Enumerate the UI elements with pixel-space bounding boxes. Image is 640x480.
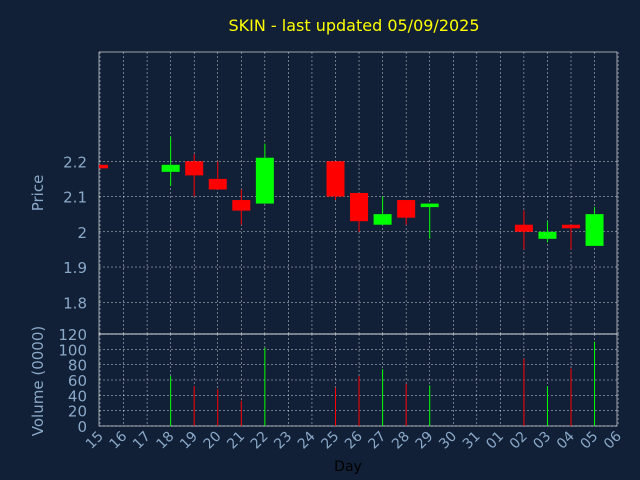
candle-body	[350, 193, 369, 222]
x-tick-label: 05	[577, 429, 601, 453]
x-tick-label: 02	[507, 429, 531, 453]
volume-tick-label: 40	[68, 387, 87, 405]
x-tick-label: 27	[366, 429, 390, 453]
x-tick-label: 24	[295, 428, 319, 452]
x-tick-label: 19	[177, 429, 201, 453]
volume-tick-label: 120	[58, 326, 87, 344]
candle-body	[99, 164, 108, 169]
candlestick-chart: SKIN - last updated 05/09/2025 1.8 1.9 2 2.…	[29, 16, 625, 475]
candles-layer	[99, 136, 604, 250]
price-tick-labels: 1.8 1.9 2 2.1 2.2	[63, 153, 87, 312]
price-tick-label: 2.1	[63, 189, 87, 207]
x-axis-label: Day	[334, 459, 362, 475]
x-tick-label: 20	[201, 429, 225, 453]
candle-body	[420, 203, 439, 208]
candle-body	[514, 224, 533, 232]
candle-body	[161, 164, 180, 172]
x-tick-label: 21	[224, 429, 248, 453]
volume-tick-label: 60	[68, 372, 87, 390]
x-tick-label: 16	[106, 428, 130, 452]
x-tick-label: 26	[342, 428, 366, 452]
price-tick-label: 2	[77, 224, 87, 242]
x-tick-label: 31	[460, 429, 484, 453]
volume-axis-label: Volume (0000)	[29, 326, 47, 436]
price-tick-label: 1.9	[63, 259, 87, 277]
candle-body	[255, 157, 274, 204]
price-tick-label: 1.8	[63, 294, 87, 312]
price-tick-label: 2.2	[63, 153, 87, 171]
x-tick-label: 29	[413, 429, 437, 453]
x-tick-label: 22	[248, 429, 272, 453]
x-tick-label: 23	[271, 429, 295, 453]
volume-tick-label: 100	[58, 341, 87, 359]
candle-body	[538, 231, 557, 239]
x-tick-label: 25	[318, 429, 342, 453]
volume-tick-label: 0	[77, 418, 87, 436]
candle-body	[208, 178, 227, 190]
x-tick-label: 04	[554, 428, 578, 452]
x-tick-label: 28	[389, 429, 413, 453]
x-tick-label: 01	[483, 429, 507, 453]
volume-tick-label: 80	[68, 357, 87, 375]
x-tick-label: 30	[436, 429, 460, 453]
x-tick-label: 18	[154, 429, 178, 453]
candle-body	[232, 200, 251, 211]
candle-body	[562, 224, 580, 229]
candle-body	[326, 161, 345, 197]
x-tick-labels: 15 16 17 18 19 20 21 22 23 24 25 26 27 28 29 30 31 01 02 03…	[83, 428, 625, 452]
candle-body	[397, 200, 416, 218]
chart-title: SKIN - last updated 05/09/2025	[228, 16, 479, 35]
volume-tick-labels: 020406080100120	[58, 326, 87, 436]
candle-body	[585, 214, 604, 246]
x-tick-label: 03	[530, 429, 554, 453]
candle-body	[373, 214, 392, 225]
x-tick-label: 17	[130, 429, 154, 453]
candle-body	[185, 161, 204, 176]
volume-tick-label: 20	[68, 403, 87, 421]
x-tick-label: 06	[601, 428, 625, 452]
price-axis-label: Price	[29, 175, 47, 212]
